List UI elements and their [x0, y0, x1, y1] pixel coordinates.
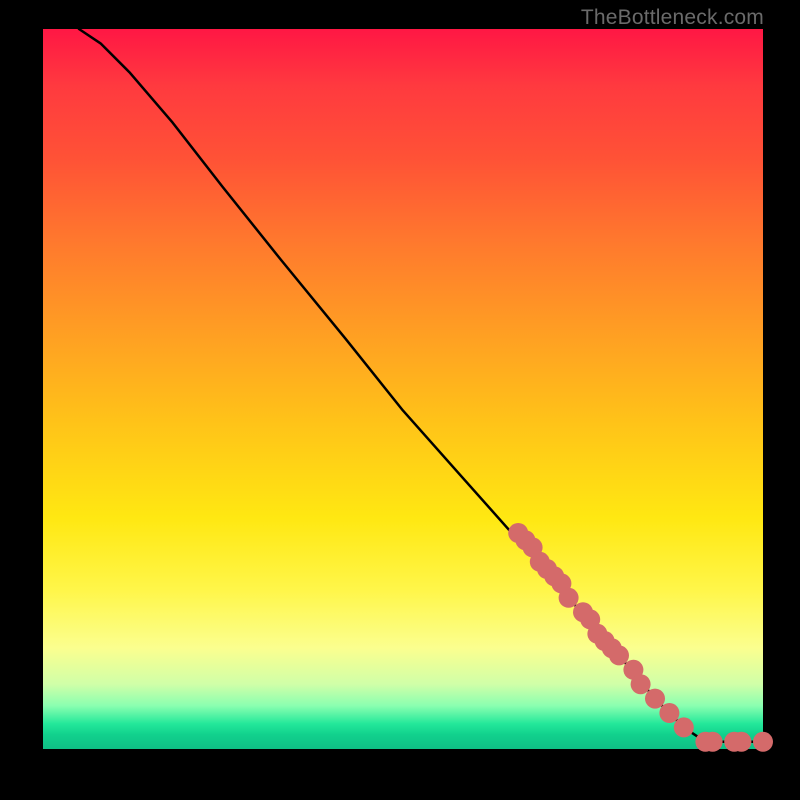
curve-line — [79, 29, 763, 742]
chart-frame: TheBottleneck.com — [0, 0, 800, 800]
chart-overlay — [43, 29, 763, 749]
marker-dot — [703, 732, 723, 752]
marker-dot — [559, 588, 579, 608]
marker-dot — [731, 732, 751, 752]
marker-dot — [674, 717, 694, 737]
marker-dot — [659, 703, 679, 723]
curve-path — [79, 29, 763, 742]
marker-dot — [631, 674, 651, 694]
marker-dots — [508, 523, 773, 752]
marker-dot — [753, 732, 773, 752]
marker-dot — [609, 645, 629, 665]
marker-dot — [645, 689, 665, 709]
attribution-text: TheBottleneck.com — [581, 6, 764, 30]
